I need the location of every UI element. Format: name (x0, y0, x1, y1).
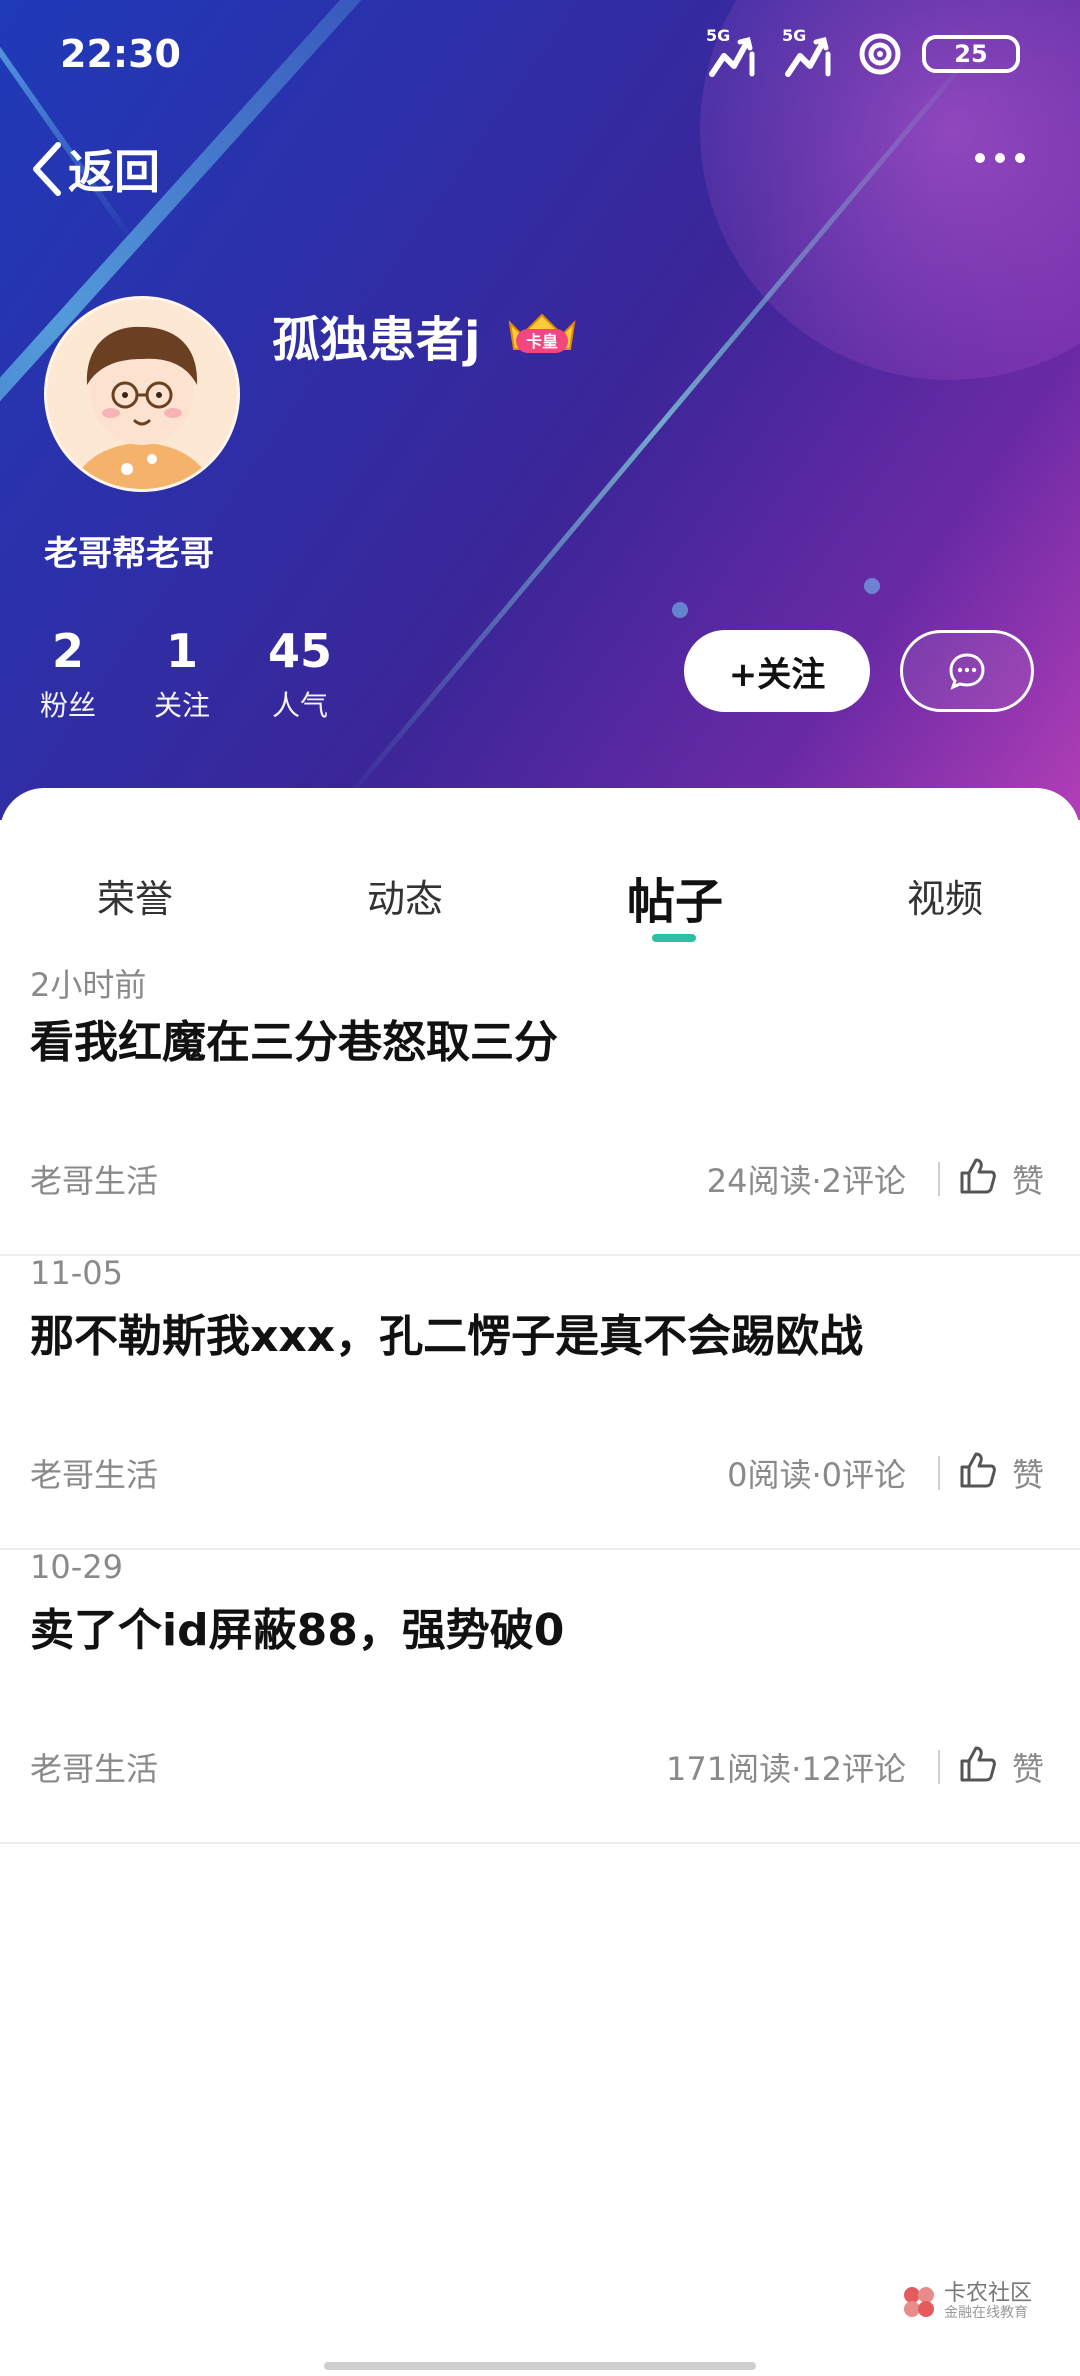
message-button[interactable] (900, 630, 1034, 712)
header-light-streak (337, 40, 984, 810)
hotspot-icon (859, 33, 901, 75)
divider (938, 1162, 940, 1196)
thumbs-up-icon[interactable] (958, 1744, 998, 1788)
stat-value: 2 (52, 624, 85, 678)
more-button[interactable] (972, 150, 1028, 170)
profile-header: 22:30 5G 5G 25 返回 孤独患者j 卡皇 老哥帮老哥 2 粉丝 1 … (0, 0, 1080, 820)
stat-label: 关注 (154, 689, 211, 722)
post-item[interactable]: 2小时前 看我红魔在三分巷怒取三分 老哥生活 24阅读·2评论 赞 (0, 960, 1080, 1256)
signal-icon: 5G (782, 26, 838, 82)
watermark-name: 卡农社区 (944, 2281, 1033, 2306)
avatar[interactable] (44, 296, 240, 492)
chat-bubble-icon (949, 653, 985, 690)
profile-stats: 2 粉丝 1 关注 45 人气 (40, 624, 390, 724)
post-date: 10-29 (30, 1548, 123, 1586)
tab-honor[interactable]: 荣誉 (97, 868, 173, 923)
post-category[interactable]: 老哥生活 (30, 1156, 158, 1202)
stat-label: 人气 (272, 689, 329, 722)
post-category[interactable]: 老哥生活 (30, 1450, 158, 1496)
follow-button[interactable]: +关注 (684, 630, 870, 712)
home-indicator[interactable] (324, 2362, 756, 2370)
watermark-text: 卡农社区 金融在线教育 (944, 2281, 1033, 2322)
like-label[interactable]: 赞 (1012, 1450, 1044, 1496)
signal-tag: 5G (782, 26, 807, 45)
divider (938, 1456, 940, 1490)
post-stats: 24阅读·2评论 (706, 1162, 906, 1200)
stat-fans[interactable]: 2 粉丝 (40, 624, 96, 724)
status-icons: 5G 5G 25 (706, 26, 1020, 82)
watermark: 卡农社区 金融在线教育 (900, 2281, 1033, 2322)
more-dots-icon (975, 153, 1025, 163)
post-date: 11-05 (30, 1254, 123, 1292)
status-time: 22:30 (60, 32, 181, 76)
tab-indicator (652, 934, 696, 942)
post-title[interactable]: 看我红魔在三分巷怒取三分 (30, 1006, 558, 1070)
post-stats: 0阅读·0评论 (727, 1456, 906, 1494)
cartoon-boy-avatar (47, 299, 237, 489)
post-item[interactable]: 10-29 卖了个id屏蔽88，强势破0 老哥生活 171阅读·12评论 赞 (0, 1548, 1080, 1844)
badge-text: 卡皇 (526, 332, 558, 351)
back-button[interactable]: 返回 (28, 136, 160, 202)
back-label: 返回 (68, 145, 160, 199)
tab-activity[interactable]: 动态 (367, 868, 443, 923)
watermark-tagline: 金融在线教育 (944, 2305, 1028, 2322)
post-title[interactable]: 卖了个id屏蔽88，强势破0 (30, 1594, 564, 1658)
stat-label: 粉丝 (40, 689, 97, 722)
signal-icon: 5G (706, 26, 762, 82)
username: 孤独患者j (272, 312, 481, 368)
status-bar: 22:30 5G 5G 25 (0, 0, 1080, 110)
chevron-left-icon (33, 142, 61, 196)
signal-tag: 5G (706, 26, 731, 45)
thumbs-up-icon[interactable] (958, 1156, 998, 1200)
thumbs-up-icon[interactable] (958, 1450, 998, 1494)
stat-popularity: 45 人气 (268, 624, 332, 724)
post-stats: 171阅读·12评论 (666, 1750, 906, 1788)
stat-value: 1 (166, 624, 199, 678)
decor-dot (672, 602, 688, 618)
post-date: 2小时前 (30, 966, 147, 1004)
stat-value: 45 (268, 624, 333, 678)
profile-subtitle: 老哥帮老哥 (44, 534, 214, 574)
post-category[interactable]: 老哥生活 (30, 1744, 158, 1790)
like-label[interactable]: 赞 (1012, 1156, 1044, 1202)
tab-videos[interactable]: 视频 (907, 868, 983, 923)
post-item[interactable]: 11-05 那不勒斯我xxx，孔二愣子是真不会踢欧战 老哥生活 0阅读·0评论 … (0, 1254, 1080, 1550)
stat-following[interactable]: 1 关注 (154, 624, 210, 724)
tab-bar: 荣誉 动态 帖子 视频 (0, 868, 1080, 938)
battery-icon: 25 (922, 35, 1020, 73)
like-label[interactable]: 赞 (1012, 1744, 1044, 1790)
tab-posts[interactable]: 帖子 (627, 862, 723, 932)
divider (938, 1750, 940, 1784)
kanong-logo-icon (904, 2286, 934, 2317)
crown-badge-icon: 卡皇 (502, 309, 582, 361)
post-title[interactable]: 那不勒斯我xxx，孔二愣子是真不会踢欧战 (30, 1300, 863, 1364)
decor-dot (864, 578, 880, 594)
username-row: 孤独患者j 卡皇 (272, 300, 582, 370)
